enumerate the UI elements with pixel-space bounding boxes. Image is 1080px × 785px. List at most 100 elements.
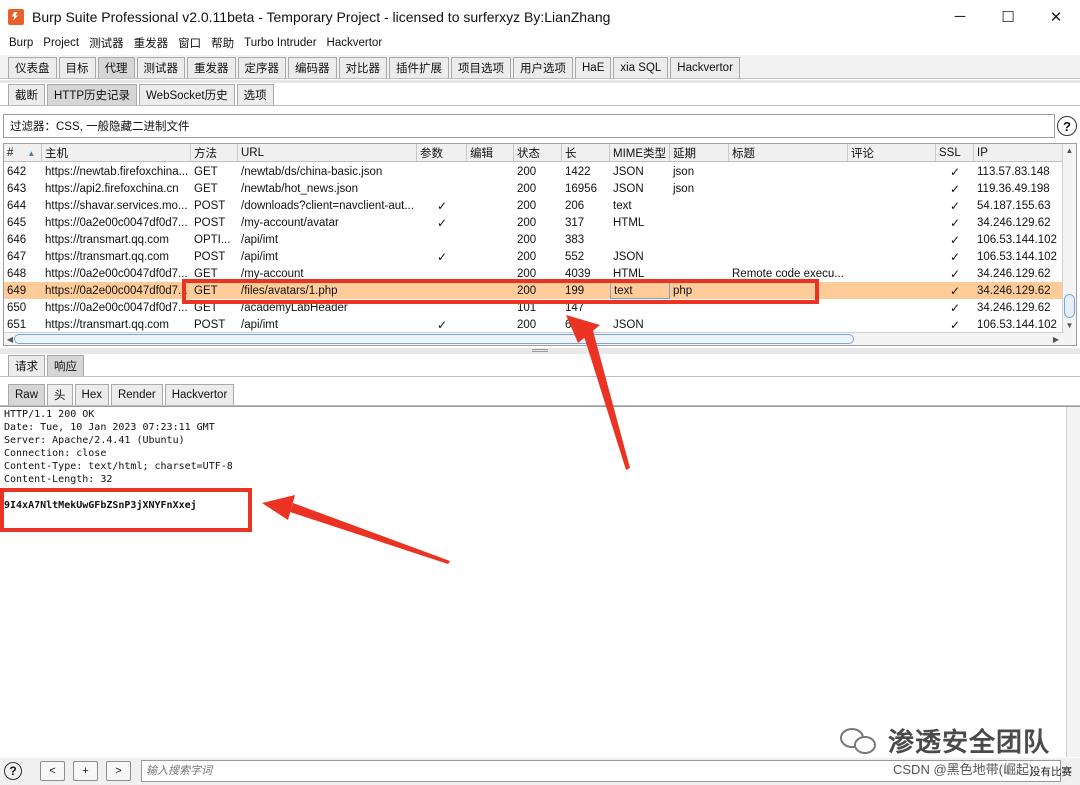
menu-window[interactable]: 窗口 [173, 35, 206, 51]
scroll-thumb[interactable] [1064, 294, 1075, 318]
cell-method: GET [194, 182, 218, 195]
next-button[interactable]: > [106, 761, 131, 781]
table-vertical-scrollbar[interactable]: ▲ ▼ [1062, 144, 1076, 345]
menu-turbo-intruder[interactable]: Turbo Intruder [239, 37, 321, 49]
menu-intruder[interactable]: 测试器 [84, 35, 129, 51]
column-header-length[interactable]: 长 [562, 144, 610, 162]
column-header-method[interactable]: 方法 [191, 144, 238, 162]
table-row[interactable]: 645 https://0a2e00c0047df0d7... POST /my… [4, 214, 1064, 231]
table-horizontal-scrollbar[interactable]: ◀ ▶ [4, 332, 1064, 345]
cell-method: POST [194, 250, 226, 263]
tab-project-options[interactable]: 项目选项 [451, 57, 511, 78]
tab-intruder[interactable]: 测试器 [136, 57, 185, 78]
tab-hackvertor-view[interactable]: Hackvertor [164, 384, 235, 405]
grip-icon[interactable] [532, 349, 548, 352]
tab-raw[interactable]: Raw [8, 384, 46, 405]
tab-proxy-options[interactable]: 选项 [236, 84, 274, 105]
cell-params [434, 180, 464, 197]
previous-button[interactable]: < [40, 761, 65, 781]
response-header: Connection: close [4, 448, 107, 459]
tab-sequencer[interactable]: 定序器 [237, 57, 286, 78]
tab-intercept[interactable]: 截断 [8, 84, 45, 105]
column-header-comment[interactable]: 评论 [848, 144, 936, 162]
cell-ip: 34.246.129.62 [977, 284, 1051, 297]
cell-host: https://transmart.qq.com [45, 318, 169, 331]
response-editor[interactable]: HTTP/1.1 200 OK Date: Tue, 10 Jan 2023 0… [0, 406, 1080, 758]
tab-hackvertor[interactable]: Hackvertor [670, 57, 740, 78]
filter-bar[interactable]: 过滤器：CSS, 一般隐藏二进制文件 [3, 114, 1055, 138]
tab-comparer[interactable]: 对比器 [338, 57, 387, 78]
tab-hex[interactable]: Hex [74, 384, 109, 405]
tab-decoder[interactable]: 编码器 [288, 57, 337, 78]
cell-length: 383 [565, 233, 585, 246]
tab-render[interactable]: Render [110, 384, 163, 405]
tab-dashboard[interactable]: 仪表盘 [8, 57, 57, 78]
add-button[interactable]: + [73, 761, 98, 781]
cell-ip: 119.36.49.198 [977, 182, 1050, 195]
column-header-url[interactable]: URL [238, 144, 417, 162]
column-header-host[interactable]: 主机 [42, 144, 191, 162]
help-icon[interactable]: ? [4, 762, 22, 780]
table-row[interactable]: 643 https://api2.firefoxchina.cn GET /ne… [4, 180, 1064, 197]
editor-vertical-scrollbar[interactable] [1066, 407, 1080, 757]
http-history-table: # ▲ 主机 方法 URL 参数 编辑 状态 长 MIME类型 延期 标题 评论 … [3, 143, 1077, 346]
cell-method: POST [194, 216, 226, 229]
table-row[interactable]: 642 https://newtab.firefoxchina... GET /… [4, 163, 1064, 180]
minimize-icon[interactable]: ─ [936, 0, 984, 33]
table-row[interactable]: 647 https://transmart.qq.com POST /api/i… [4, 248, 1064, 265]
table-row[interactable]: 644 https://shavar.services.mo... POST /… [4, 197, 1064, 214]
watermark-text: 渗透安全团队 [888, 727, 1051, 757]
tab-proxy[interactable]: 代理 [97, 57, 135, 78]
title-bar: Burp Suite Professional v2.0.11beta - Te… [0, 0, 1080, 33]
menu-repeater[interactable]: 重发器 [129, 35, 174, 51]
scroll-down-icon[interactable]: ▼ [1063, 319, 1076, 331]
table-row[interactable]: 646 https://transmart.qq.com OPTI... /ap… [4, 231, 1064, 248]
cell-url: /api/imt [241, 233, 279, 246]
cell-ssl: ✓ [950, 215, 961, 230]
tab-request[interactable]: 请求 [8, 355, 45, 376]
cell-ip: 106.53.144.102 [977, 233, 1057, 246]
column-header-mime[interactable]: MIME类型 [610, 144, 670, 162]
column-header-title[interactable]: 标题 [729, 144, 848, 162]
menu-hackvertor[interactable]: Hackvertor [322, 37, 388, 49]
cell-ssl: ✓ [950, 232, 961, 247]
tab-hae[interactable]: HaE [575, 57, 612, 78]
scroll-up-icon[interactable]: ▲ [1063, 144, 1076, 156]
column-header-extension[interactable]: 延期 [670, 144, 729, 162]
tab-websocket-history[interactable]: WebSocket历史 [139, 84, 235, 105]
tab-extender[interactable]: 插件扩展 [389, 57, 449, 78]
help-icon[interactable]: ? [1057, 116, 1077, 136]
tab-headers[interactable]: 头 [47, 384, 73, 405]
column-header-number[interactable]: # ▲ [4, 144, 42, 162]
table-row[interactable]: 651 https://transmart.qq.com POST /api/i… [4, 316, 1064, 333]
close-icon[interactable]: ✕ [1032, 0, 1080, 33]
tab-http-history[interactable]: HTTP历史记录 [47, 84, 138, 105]
column-header-params[interactable]: 参数 [417, 144, 467, 162]
column-header-ssl[interactable]: SSL [936, 144, 974, 162]
menu-project[interactable]: Project [38, 37, 84, 49]
cell-method: POST [194, 318, 226, 331]
scroll-thumb[interactable] [14, 334, 854, 344]
cell-params [434, 163, 464, 180]
scroll-right-icon[interactable]: ▶ [1050, 333, 1062, 345]
menu-burp[interactable]: Burp [4, 37, 38, 49]
cell-ssl: ✓ [950, 249, 961, 264]
menu-help[interactable]: 帮助 [206, 35, 239, 51]
tab-user-options[interactable]: 用户选项 [513, 57, 573, 78]
cell-title [729, 180, 848, 197]
watermark: 渗透安全团队 [840, 722, 1050, 759]
tab-repeater[interactable]: 重发器 [187, 57, 236, 78]
column-header-status[interactable]: 状态 [514, 144, 562, 162]
tab-response[interactable]: 响应 [47, 355, 84, 376]
column-header-ip[interactable]: IP [974, 144, 1064, 162]
cell-ip: 106.53.144.102 [977, 318, 1057, 331]
maximize-icon[interactable]: ☐ [984, 0, 1032, 33]
tab-target[interactable]: 目标 [58, 57, 96, 78]
column-header-edited[interactable]: 编辑 [467, 144, 514, 162]
wechat-icon [840, 726, 880, 756]
cell-number: 651 [7, 318, 27, 331]
cell-extension [670, 231, 729, 248]
cell-ip: 34.246.129.62 [977, 216, 1051, 229]
tab-xia-sql[interactable]: xia SQL [613, 57, 669, 78]
pane-splitter[interactable] [0, 348, 1080, 354]
